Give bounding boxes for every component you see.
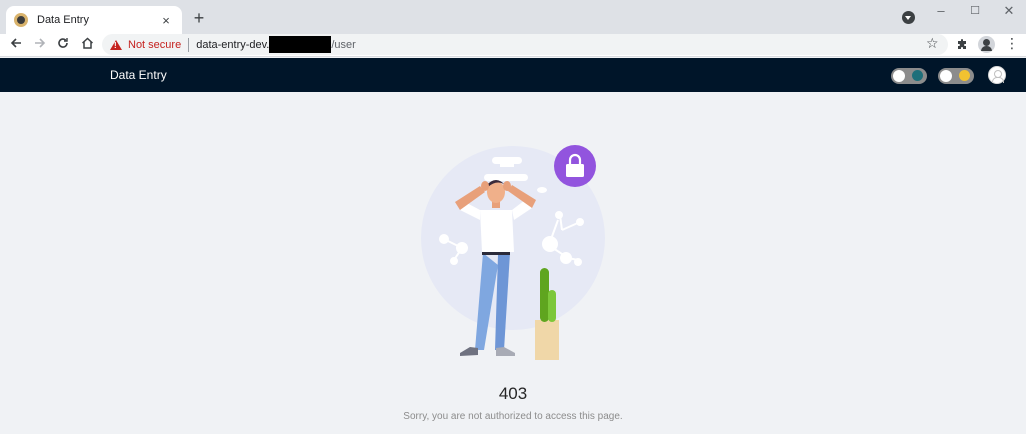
error-status-code: 403 <box>498 384 528 403</box>
address-bar[interactable]: Not secure data-entry-dev. /user <box>102 34 948 55</box>
maximize-button[interactable]: ☐ <box>960 4 990 17</box>
warning-icon[interactable] <box>110 39 122 50</box>
puzzle-icon[interactable] <box>956 37 968 49</box>
app-title[interactable]: Data Entry <box>110 68 167 82</box>
address-separator <box>188 37 190 52</box>
toggle-knob <box>940 70 952 82</box>
forbidden-illustration <box>400 140 630 370</box>
new-tab-button[interactable]: + <box>189 8 209 28</box>
account-icon[interactable] <box>978 36 995 53</box>
not-secure-label[interactable]: Not secure <box>128 39 181 51</box>
bookmark-star-icon[interactable]: ☆ <box>926 35 939 52</box>
tab-search-icon[interactable] <box>902 11 915 24</box>
dark-mode-icon <box>912 70 923 81</box>
url-domain: data-entry-dev. <box>196 38 270 51</box>
back-arrow-icon[interactable] <box>6 35 26 55</box>
emoji-toggle[interactable] <box>938 68 974 84</box>
tab-title: Data Entry <box>37 14 89 26</box>
theme-toggle[interactable] <box>891 68 927 84</box>
minimize-button[interactable]: – <box>926 3 956 18</box>
url-redaction <box>269 36 332 53</box>
reload-icon[interactable] <box>53 35 73 55</box>
smiley-icon <box>959 70 970 81</box>
kebab-menu-icon[interactable]: ⋮ <box>1005 35 1019 52</box>
browser-toolbar: Not secure data-entry-dev. /user ☆ ⋮ <box>0 34 1026 57</box>
close-window-button[interactable]: ✕ <box>994 3 1024 19</box>
site-favicon-icon <box>14 13 28 27</box>
browser-tab[interactable]: Data Entry × <box>6 6 182 34</box>
app-header: Data Entry <box>0 58 1026 92</box>
error-message: Sorry, you are not authorized to access … <box>403 411 623 422</box>
toggle-knob <box>893 70 905 82</box>
forbidden-illustration-svg <box>421 145 605 360</box>
forward-arrow-icon[interactable] <box>30 35 50 55</box>
tab-close-icon[interactable]: × <box>158 13 174 28</box>
browser-tab-strip: Data Entry × + – ☐ ✕ <box>0 0 1026 34</box>
url-path: /user <box>331 38 356 51</box>
home-icon[interactable] <box>77 35 97 55</box>
user-avatar[interactable] <box>988 66 1006 84</box>
